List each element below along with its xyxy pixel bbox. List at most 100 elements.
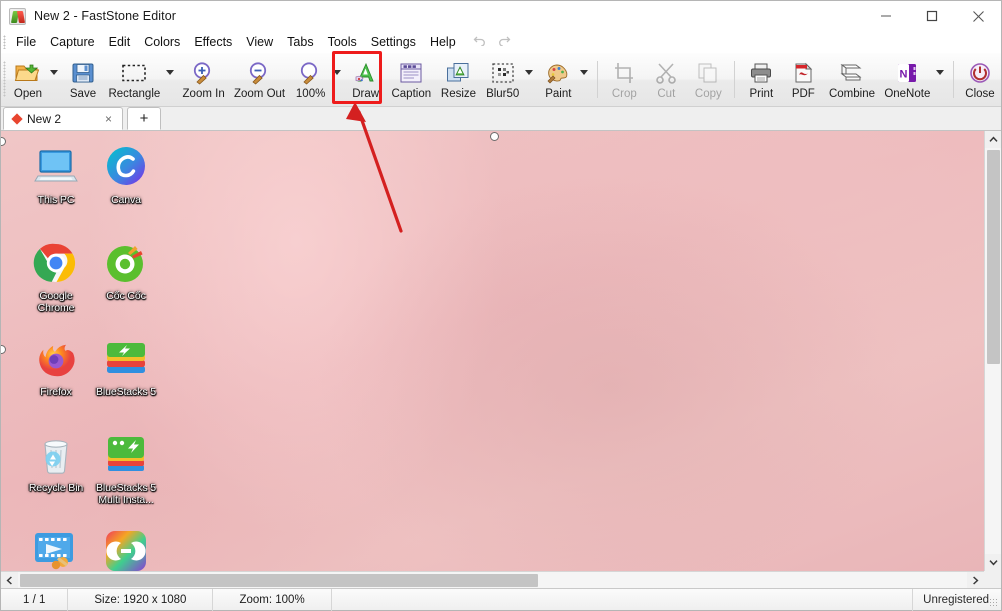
undo-icon[interactable] <box>473 33 487 51</box>
resize-grip-icon[interactable] <box>989 598 999 608</box>
chevron-down-icon[interactable] <box>985 554 1001 571</box>
toolbar-button-caption[interactable]: Caption <box>387 53 436 106</box>
magnifier-icon <box>298 60 324 86</box>
toolbar-label-blur: Blur50 <box>486 88 520 100</box>
desktop-icon-canva[interactable]: Canva <box>85 143 167 206</box>
canva-icon <box>102 143 150 191</box>
menu-tools[interactable]: Tools <box>321 33 364 51</box>
toolbar-label-combine: Combine <box>828 88 876 100</box>
image-canvas[interactable]: This PC Canva Google Chrome Cốc Cốc Fire… <box>1 131 984 571</box>
toolbar-button-onenote[interactable]: N OneNote <box>880 53 935 106</box>
minimize-button[interactable] <box>863 1 909 31</box>
toolbar-button-resize[interactable]: Resize <box>436 53 481 106</box>
bluestacks-icon <box>102 335 150 383</box>
horizontal-scrollbar-thumb[interactable] <box>20 574 538 587</box>
new-tab-button[interactable]: + <box>127 107 161 130</box>
toolbar-button-rectangle[interactable]: Rectangle <box>104 53 165 106</box>
window-title: New 2 - FastStone Editor <box>34 9 177 23</box>
desktop-icon-coc-coc[interactable]: Cốc Cốc <box>85 239 167 302</box>
vertical-scrollbar-thumb[interactable] <box>987 150 1000 364</box>
desktop-icon-adobe-creative-cloud[interactable] <box>85 527 167 571</box>
toolbar-button-close[interactable]: Close <box>959 53 1001 106</box>
desktop-icon-label: BlueStacks 5 <box>95 386 157 398</box>
svg-text:N: N <box>900 69 908 81</box>
coc-coc-icon <box>102 239 150 287</box>
close-button[interactable] <box>955 1 1001 31</box>
paint-dropdown-arrow[interactable] <box>579 53 592 106</box>
horizontal-scrollbar[interactable] <box>1 571 984 588</box>
crop-icon <box>612 60 636 86</box>
this-pc-icon <box>32 143 80 191</box>
toolbar-button-cut[interactable]: Cut <box>645 53 687 106</box>
paint-palette-icon <box>546 60 570 86</box>
status-image-size: Size: 1920 x 1080 <box>68 588 214 611</box>
resize-handle-top[interactable] <box>490 132 499 141</box>
menu-colors[interactable]: Colors <box>137 33 187 51</box>
toolbar-button-zoom-in[interactable]: Zoom In <box>178 53 230 106</box>
status-zoom-level: Zoom: 100% <box>213 588 332 611</box>
window-controls <box>863 1 1001 31</box>
vertical-scrollbar[interactable] <box>984 131 1001 571</box>
onenote-icon: N <box>895 60 919 86</box>
toolbar-button-paint[interactable]: Paint <box>537 53 579 106</box>
menu-settings[interactable]: Settings <box>364 33 423 51</box>
blur-icon <box>491 60 515 86</box>
magnifier-minus-icon <box>247 60 273 86</box>
toolbar-label-close: Close <box>965 88 995 100</box>
desktop-icon-bluestacks-multi[interactable]: BlueStacks 5 Multi Insta... <box>85 431 167 506</box>
combine-icon <box>839 60 865 86</box>
open-folder-icon <box>14 60 42 86</box>
maximize-button[interactable] <box>909 1 955 31</box>
toolbar-button-zoom-100[interactable]: 100% <box>290 53 332 106</box>
toolbar-button-zoom-out[interactable]: Zoom Out <box>229 53 289 106</box>
open-dropdown-arrow[interactable] <box>49 53 62 106</box>
menu-effects[interactable]: Effects <box>187 33 239 51</box>
toolbar-button-draw[interactable]: Draw <box>345 53 387 106</box>
menu-tabs[interactable]: Tabs <box>280 33 320 51</box>
toolbar-label-zoom-100: 100% <box>295 88 326 100</box>
menu-file[interactable]: File <box>9 33 43 51</box>
floppy-save-icon <box>71 60 95 86</box>
blur-dropdown-arrow[interactable] <box>524 53 537 106</box>
toolbar-button-print[interactable]: Print <box>740 53 782 106</box>
desktop-icon-bluestacks[interactable]: BlueStacks 5 <box>85 335 167 398</box>
tab-close-icon[interactable]: × <box>103 112 114 126</box>
chevron-right-icon[interactable] <box>967 572 984 588</box>
menu-capture[interactable]: Capture <box>43 33 101 51</box>
menu-edit[interactable]: Edit <box>102 33 138 51</box>
toolbar-button-pdf[interactable]: PDF <box>782 53 824 106</box>
chevron-up-icon[interactable] <box>985 131 1001 148</box>
toolbar-label-zoom-in: Zoom In <box>182 88 225 100</box>
toolbar-button-open[interactable]: Open <box>7 53 49 106</box>
toolbar-label-crop: Crop <box>611 88 637 100</box>
menu-view[interactable]: View <box>239 33 280 51</box>
undo-redo-group <box>473 33 511 51</box>
toolbar-button-save[interactable]: Save <box>62 53 104 106</box>
toolbar-label-zoom-out: Zoom Out <box>233 88 286 100</box>
dashed-rectangle-icon <box>121 60 147 86</box>
toolbar-label-rectangle: Rectangle <box>108 88 161 100</box>
toolbar-label-print: Print <box>749 88 774 100</box>
toolbar-label-resize: Resize <box>440 88 477 100</box>
menu-help[interactable]: Help <box>423 33 463 51</box>
resize-handle-left-1[interactable] <box>1 137 6 146</box>
onenote-dropdown-arrow[interactable] <box>935 53 948 106</box>
toolbar-button-blur[interactable]: Blur50 <box>481 53 524 106</box>
desktop-icon-label: Google Chrome <box>37 290 75 314</box>
redo-icon[interactable] <box>497 33 511 51</box>
resize-handle-left-2[interactable] <box>1 345 6 354</box>
chevron-left-icon[interactable] <box>1 572 18 588</box>
toolbar-button-crop[interactable]: Crop <box>603 53 645 106</box>
toolbar-button-copy[interactable]: Copy <box>687 53 729 106</box>
zoom-dropdown-arrow[interactable] <box>332 53 345 106</box>
toolbar-separator-2 <box>734 61 736 98</box>
bluestacks-multi-icon <box>102 431 150 479</box>
toolbar-label-onenote: OneNote <box>884 88 931 100</box>
rectangle-dropdown-arrow[interactable] <box>165 53 178 106</box>
toolbar-button-combine[interactable]: Combine <box>824 53 879 106</box>
magnifier-plus-icon <box>191 60 217 86</box>
toolbar-label-caption: Caption <box>391 88 432 100</box>
desktop-icon-label: Canva <box>111 194 141 206</box>
red-diamond-marker <box>11 112 23 125</box>
tab-new-2[interactable]: New 2 × <box>3 107 123 130</box>
